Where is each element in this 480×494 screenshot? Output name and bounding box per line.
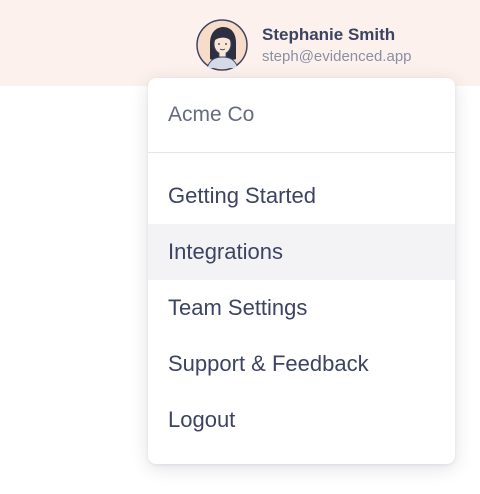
user-menu-trigger[interactable]: Stephanie Smith steph@evidenced.app bbox=[196, 18, 412, 72]
menu-list: Getting Started Integrations Team Settin… bbox=[148, 153, 455, 448]
menu-item-support-feedback[interactable]: Support & Feedback bbox=[148, 336, 455, 392]
user-info: Stephanie Smith steph@evidenced.app bbox=[262, 24, 412, 67]
menu-item-getting-started[interactable]: Getting Started bbox=[148, 168, 455, 224]
menu-item-logout[interactable]: Logout bbox=[148, 392, 455, 448]
user-name: Stephanie Smith bbox=[262, 24, 396, 44]
organization-name: Acme Co bbox=[148, 78, 455, 153]
user-email: steph@evidenced.app bbox=[262, 47, 412, 65]
avatar-illustration bbox=[196, 19, 248, 71]
user-dropdown-menu: Acme Co Getting Started Integrations Tea… bbox=[148, 78, 455, 464]
menu-item-team-settings[interactable]: Team Settings bbox=[148, 280, 455, 336]
top-bar: Stephanie Smith steph@evidenced.app bbox=[0, 0, 480, 86]
menu-item-integrations[interactable]: Integrations bbox=[148, 224, 455, 280]
avatar[interactable] bbox=[196, 19, 248, 71]
